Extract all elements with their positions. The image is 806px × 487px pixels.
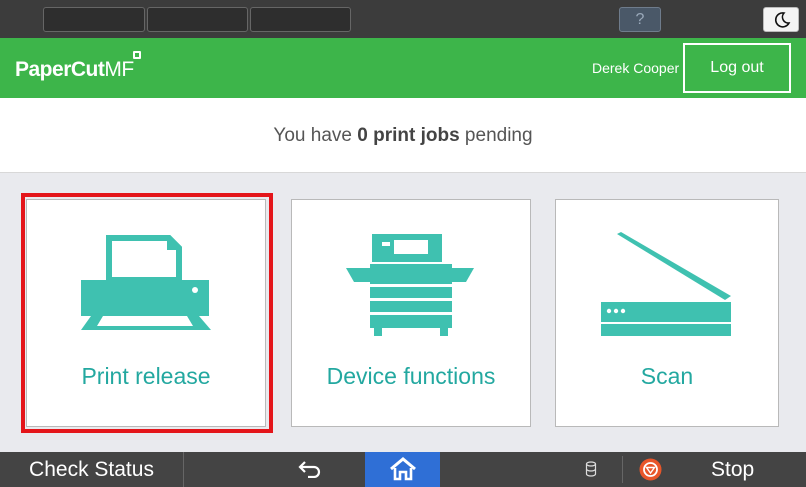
data-storage-icon xyxy=(585,461,597,477)
scan-tile[interactable]: Scan xyxy=(555,199,779,427)
function-tiles: Print release Device functions Scan xyxy=(0,173,806,452)
stop-button[interactable]: Stop xyxy=(711,452,754,487)
copier-icon xyxy=(346,234,474,336)
check-status-button[interactable]: Check Status xyxy=(0,452,184,487)
status-count: 0 print jobs xyxy=(357,125,460,146)
system-bar: ? xyxy=(0,0,806,38)
system-slot-2[interactable] xyxy=(147,7,248,32)
status-prefix: You have xyxy=(273,125,358,146)
status-suffix: pending xyxy=(459,125,533,146)
device-bottom-bar: Check Status Stop xyxy=(0,452,806,487)
brand-suffix-text: MF xyxy=(104,58,134,81)
brand-mark-icon xyxy=(133,51,141,59)
app-header: PaperCutMF Derek Cooper Log out xyxy=(0,38,806,98)
home-icon xyxy=(390,457,416,481)
bottom-bar-divider xyxy=(622,456,623,483)
user-name: Derek Cooper xyxy=(592,60,680,76)
scanner-icon xyxy=(601,232,731,336)
device-functions-label: Device functions xyxy=(326,363,496,389)
back-button[interactable] xyxy=(280,452,340,487)
back-arrow-icon xyxy=(298,461,321,478)
scan-label: Scan xyxy=(640,363,694,389)
print-release-label: Print release xyxy=(81,363,211,389)
moon-icon xyxy=(774,12,791,28)
papercut-logo: PaperCutMF xyxy=(15,58,134,82)
home-button[interactable] xyxy=(365,452,440,487)
system-slot-3[interactable] xyxy=(250,7,351,32)
jobs-status: You have 0 print jobs pending xyxy=(0,98,806,173)
device-functions-tile[interactable]: Device functions xyxy=(291,199,531,427)
system-slot-1[interactable] xyxy=(43,7,145,32)
logout-button[interactable]: Log out xyxy=(683,43,791,93)
print-release-tile[interactable]: Print release xyxy=(26,199,266,427)
printer-icon xyxy=(81,235,211,330)
energy-saver-button[interactable] xyxy=(763,7,799,32)
help-button[interactable]: ? xyxy=(619,7,661,32)
brand-main-text: PaperCut xyxy=(15,58,105,81)
stop-icon[interactable] xyxy=(639,458,662,481)
